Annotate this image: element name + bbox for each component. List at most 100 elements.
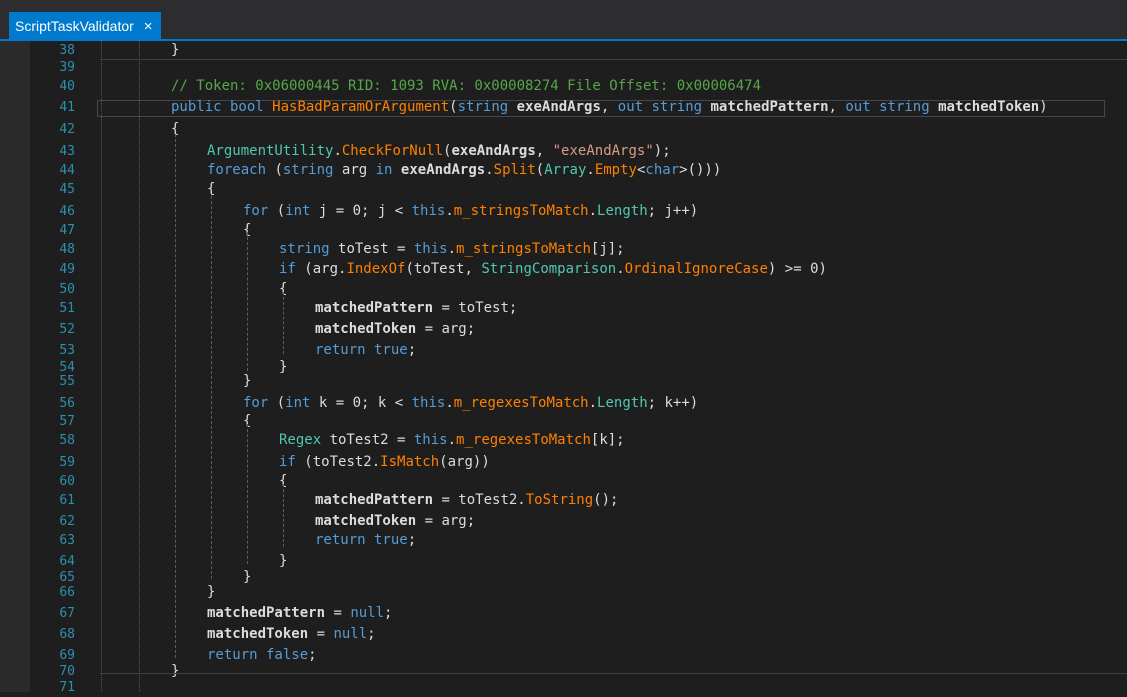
- code-token: ) >= 0): [767, 261, 827, 277]
- code-line[interactable]: 44 foreach (string arg in exeAndArgs.Spli…: [0, 161, 1127, 180]
- code-line[interactable]: 57{: [0, 412, 1127, 431]
- line-number: 50: [59, 282, 75, 297]
- code-text: matchedPattern = null;: [207, 604, 392, 623]
- code-line[interactable]: 50{: [0, 280, 1127, 299]
- code-token: );: [653, 143, 671, 159]
- line-number: 68: [59, 627, 75, 642]
- code-token: Length: [597, 395, 648, 411]
- code-editor[interactable]: 38} 39 40// Token: 0x06000445 RID: 1093 RV…: [0, 41, 1127, 695]
- code-line[interactable]: 66}: [0, 583, 1127, 602]
- close-icon[interactable]: ×: [144, 18, 153, 35]
- code-line[interactable]: 41 public bool HasBadParamOrArgument(stri…: [0, 98, 1127, 117]
- code-token: (: [276, 203, 286, 219]
- code-token: }: [243, 373, 252, 389]
- block-structure-guide: [247, 424, 248, 564]
- code-token: HasBadParamOrArgument: [272, 99, 450, 115]
- code-token: (arg)): [439, 454, 490, 470]
- code-token: // Token: 0x06000445 RID: 1093 RVA: 0x00…: [171, 78, 762, 94]
- code-text: }: [207, 583, 215, 602]
- code-line[interactable]: 39: [0, 58, 1127, 77]
- code-token: string: [279, 241, 339, 257]
- code-token: for: [243, 395, 277, 411]
- line-number: 46: [59, 204, 75, 219]
- code-token: this: [413, 241, 448, 257]
- code-token: foreach: [207, 162, 275, 178]
- line-number: 49: [59, 262, 75, 277]
- code-line[interactable]: 60{: [0, 472, 1127, 491]
- code-line[interactable]: 71: [0, 678, 1127, 697]
- block-structure-guide: [283, 484, 284, 547]
- code-token: Empty: [594, 162, 637, 178]
- code-line[interactable]: 49 if (arg.IndexOf(toTest, StringComparis…: [0, 260, 1127, 279]
- code-line[interactable]: 47{: [0, 221, 1127, 240]
- code-token: matchedPattern: [207, 605, 326, 621]
- code-text: if (arg.IndexOf(toTest, StringComparison…: [279, 260, 827, 279]
- line-number: 56: [59, 396, 75, 411]
- code-line[interactable]: 51 matchedPattern = toTest;: [0, 299, 1127, 318]
- code-line[interactable]: 59 if (toTest2.IsMatch(arg)): [0, 453, 1127, 472]
- line-number: 67: [59, 606, 75, 621]
- line-number: 48: [59, 242, 75, 257]
- code-token: .: [445, 203, 454, 219]
- code-text: return true;: [315, 531, 416, 550]
- code-token: ;: [308, 647, 317, 663]
- code-token: m_regexesToMatch: [456, 432, 591, 448]
- block-structure-guide: [175, 134, 176, 658]
- code-token: matchedToken: [938, 99, 1040, 115]
- line-number: 42: [59, 122, 75, 137]
- code-line[interactable]: 46 for (int j = 0; j < this.m_stringsToMa…: [0, 202, 1127, 221]
- code-token: ;: [407, 532, 417, 548]
- line-number: 40: [59, 79, 75, 94]
- line-number: 59: [59, 455, 75, 470]
- code-token: .: [485, 162, 494, 178]
- code-token: (: [274, 162, 283, 178]
- line-number: 52: [59, 322, 75, 337]
- code-token: [j];: [590, 241, 625, 257]
- code-token: }: [171, 663, 180, 679]
- code-line[interactable]: 58 Regex toTest2 = this.m_regexesToMatch[…: [0, 431, 1127, 450]
- code-token: = arg;: [416, 513, 476, 529]
- code-line[interactable]: 43 ArgumentUtility.CheckForNull(exeAndArg…: [0, 142, 1127, 161]
- code-token: >())): [679, 162, 722, 178]
- code-token: ,: [600, 99, 618, 115]
- block-structure-guide: [211, 196, 212, 579]
- code-token: (toTest,: [405, 261, 482, 277]
- code-token: ToString: [525, 492, 594, 508]
- code-line[interactable]: 63 return true;: [0, 531, 1127, 550]
- code-text: matchedPattern = toTest2.ToString();: [315, 491, 618, 510]
- code-line[interactable]: 62 matchedToken = arg;: [0, 512, 1127, 531]
- code-text: string toTest = this.m_stringsToMatch[j]…: [279, 240, 625, 259]
- code-text: for (int k = 0; k < this.m_regexesToMatc…: [243, 394, 698, 413]
- code-line[interactable]: 40 // Token: 0x06000445 RID: 1093 RVA: 0x…: [0, 77, 1127, 96]
- code-token: return true: [315, 342, 408, 358]
- block-structure-guide: [247, 232, 248, 371]
- code-token: .: [447, 432, 457, 448]
- code-token: null: [333, 626, 368, 642]
- code-text: matchedToken = arg;: [315, 512, 475, 531]
- code-token: public bool: [171, 99, 273, 115]
- code-line[interactable]: 61 matchedPattern = toTest2.ToString();: [0, 491, 1127, 510]
- code-token: }: [207, 584, 216, 600]
- code-line[interactable]: 42{: [0, 120, 1127, 139]
- code-line[interactable]: 45 {: [0, 180, 1127, 199]
- code-line[interactable]: 67 matchedPattern = null;: [0, 604, 1127, 623]
- tab-title: ScriptTaskValidator: [15, 18, 134, 34]
- code-text: Regex toTest2 = this.m_regexesToMatch[k]…: [279, 431, 625, 450]
- line-number: 66: [59, 585, 75, 600]
- code-text: matchedToken = arg;: [315, 320, 475, 339]
- outline-guide: [101, 41, 102, 692]
- code-token: if: [279, 454, 305, 470]
- code-token: ;: [407, 342, 417, 358]
- code-line[interactable]: 52 matchedToken = arg;: [0, 320, 1127, 339]
- code-token: Regex: [279, 432, 330, 448]
- tab-script-task-validator[interactable]: ScriptTaskValidator ×: [9, 12, 161, 40]
- code-token: this: [411, 203, 446, 219]
- code-line[interactable]: 68 matchedToken = null;: [0, 625, 1127, 644]
- code-token: arg: [341, 162, 376, 178]
- code-token: if: [279, 261, 305, 277]
- code-line[interactable]: 55}: [0, 372, 1127, 391]
- code-line[interactable]: 56 for (int k = 0; k < this.m_regexesToMa…: [0, 394, 1127, 413]
- line-number: 58: [59, 433, 75, 448]
- line-number: 45: [59, 182, 75, 197]
- code-line[interactable]: 48 string toTest = this.m_stringsToMatch[…: [0, 240, 1127, 259]
